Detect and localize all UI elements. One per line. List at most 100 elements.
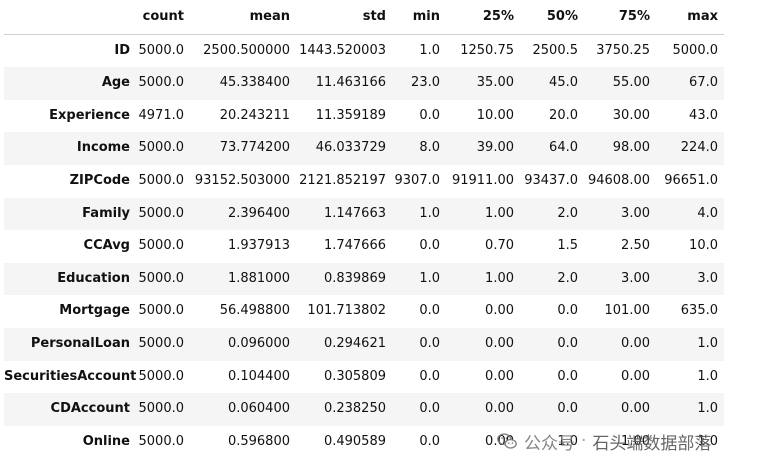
table-cell: 0.0 — [419, 107, 440, 123]
table-cell: 64.0 — [549, 140, 578, 156]
table-cell: 1.747666 — [323, 238, 386, 254]
table-cell: 0.0 — [419, 401, 440, 417]
table-cell: 1.937913 — [227, 238, 290, 254]
table-cell: 55.00 — [612, 75, 650, 91]
table-cell: 45.338400 — [219, 75, 290, 91]
table-cell: 1.00 — [485, 270, 514, 286]
table-cell: 5000.0 — [138, 205, 185, 221]
table-cell: 1250.75 — [460, 42, 514, 58]
table-cell: 2.396400 — [227, 205, 290, 221]
table-cell: 0.00 — [485, 335, 514, 351]
column-header: min — [392, 1, 446, 35]
table-cell: 1.0 — [419, 42, 440, 58]
table-cell: 46.033729 — [315, 140, 386, 156]
table-cell: 0.00 — [485, 303, 514, 319]
table-cell: 8.0 — [419, 140, 440, 156]
row-label: Experience — [49, 107, 130, 123]
table-cell: 0.294621 — [323, 335, 386, 351]
header-row: count mean std min 25% 50% 75% max — [4, 1, 724, 35]
column-header: std — [296, 1, 392, 35]
table-cell: 3750.25 — [596, 42, 650, 58]
table-cell: 10.0 — [689, 238, 718, 254]
table-cell: 0.00 — [621, 401, 650, 417]
describe-table: count mean std min 25% 50% 75% max ID 5000.0 2500… — [4, 1, 724, 458]
column-header: 75% — [584, 1, 656, 35]
table-cell: 9307.0 — [394, 172, 441, 188]
table-cell: 2121.852197 — [299, 172, 386, 188]
table-cell: 0.238250 — [323, 401, 386, 417]
table-cell: 73.774200 — [219, 140, 290, 156]
table-row: ID 5000.0 2500.500000 1443.520003 1.0 1250.75… — [4, 34, 724, 67]
table-cell: 0.0 — [557, 303, 578, 319]
table-cell: 11.463166 — [315, 75, 386, 91]
column-header: 50% — [520, 1, 584, 35]
row-label: ZIPCode — [69, 172, 130, 188]
table-cell: 3.0 — [697, 270, 718, 286]
table-cell: 1.0 — [697, 335, 718, 351]
table-cell: 5000.0 — [138, 238, 185, 254]
table-cell: 20.243211 — [219, 107, 290, 123]
table-row: Experience 4971.0 20.243211 11.359189 0.0 10.… — [4, 100, 724, 133]
table-cell: 0.096000 — [227, 335, 290, 351]
table-row: CDAccount 5000.0 0.060400 0.238250 0.0 0.00 0.… — [4, 393, 724, 426]
table-cell: 5000.0 — [138, 433, 185, 449]
watermark-separator: · — [581, 431, 587, 451]
table-row: ZIPCode 5000.0 93152.503000 2121.852197 9307… — [4, 165, 724, 198]
table-cell: 5000.0 — [138, 172, 185, 188]
table-cell: 2.0 — [557, 205, 578, 221]
column-header: 25% — [446, 1, 520, 35]
table-cell: 0.00 — [485, 368, 514, 384]
table-row: CCAvg 5000.0 1.937913 1.747666 0.0 0.70 1.5 2.5… — [4, 230, 724, 263]
table-cell: 1.881000 — [227, 270, 290, 286]
row-label: Education — [57, 270, 130, 286]
row-label: ID — [114, 42, 130, 58]
table-cell: 0.0 — [557, 368, 578, 384]
table-cell: 3.00 — [621, 270, 650, 286]
row-label: Family — [82, 205, 130, 221]
table-cell: 0.0 — [419, 433, 440, 449]
table-cell: 1.0 — [419, 205, 440, 221]
row-label: PersonalLoan — [30, 335, 130, 351]
table-cell: 1.147663 — [323, 205, 386, 221]
table-cell: 43.0 — [689, 107, 718, 123]
table-cell: 635.0 — [680, 303, 718, 319]
table-row: Education 5000.0 1.881000 0.839869 1.0 1.00 2.… — [4, 262, 724, 296]
table-cell: 0.490589 — [323, 433, 386, 449]
table-cell: 5000.0 — [138, 140, 185, 156]
table-cell: 4971.0 — [138, 107, 185, 123]
table-cell: 2.0 — [557, 270, 578, 286]
table-row: PersonalLoan 5000.0 0.096000 0.294621 0.0 0.0… — [4, 327, 724, 361]
table-cell: 0.70 — [485, 238, 514, 254]
table-cell: 0.0 — [557, 335, 578, 351]
table-cell: 5000.0 — [138, 335, 185, 351]
table-cell: 2500.5 — [532, 42, 579, 58]
table-cell: 5000.0 — [138, 303, 185, 319]
table-cell: 1.0 — [697, 401, 718, 417]
table-cell: 2500.500000 — [203, 42, 290, 58]
row-label: Online — [82, 433, 130, 449]
table-cell: 10.00 — [476, 107, 514, 123]
table-cell: 0.0 — [419, 368, 440, 384]
table-row: SecuritiesAccount 5000.0 0.104400 0.305809 0… — [4, 361, 724, 394]
table-cell: 0.0 — [419, 335, 440, 351]
table-cell: 30.00 — [612, 107, 650, 123]
table-cell: 0.060400 — [227, 401, 290, 417]
table-cell: 0.00 — [621, 335, 650, 351]
table-cell: 4.0 — [697, 205, 718, 221]
table-cell: 0.0 — [557, 401, 578, 417]
table-cell: 0.104400 — [227, 368, 290, 384]
table-cell: 20.0 — [549, 107, 578, 123]
table-cell: 96651.0 — [664, 172, 718, 188]
watermark-platform: 公众号 — [524, 433, 575, 454]
watermark: 公众号 · 石头端数据部落 — [496, 425, 711, 457]
table-cell: 5000.0 — [138, 368, 185, 384]
table-header: count mean std min 25% 50% 75% max — [4, 1, 724, 35]
table-cell: 39.00 — [476, 140, 514, 156]
table-cell: 93437.0 — [524, 172, 578, 188]
table-cell: 0.00 — [485, 401, 514, 417]
notebook-output: count mean std min 25% 50% 75% max ID 5000.0 2500… — [0, 0, 770, 472]
table-cell: 45.0 — [549, 75, 578, 91]
table-cell: 0.0 — [419, 238, 440, 254]
row-label: Mortgage — [59, 303, 130, 319]
column-header: count — [136, 1, 190, 35]
